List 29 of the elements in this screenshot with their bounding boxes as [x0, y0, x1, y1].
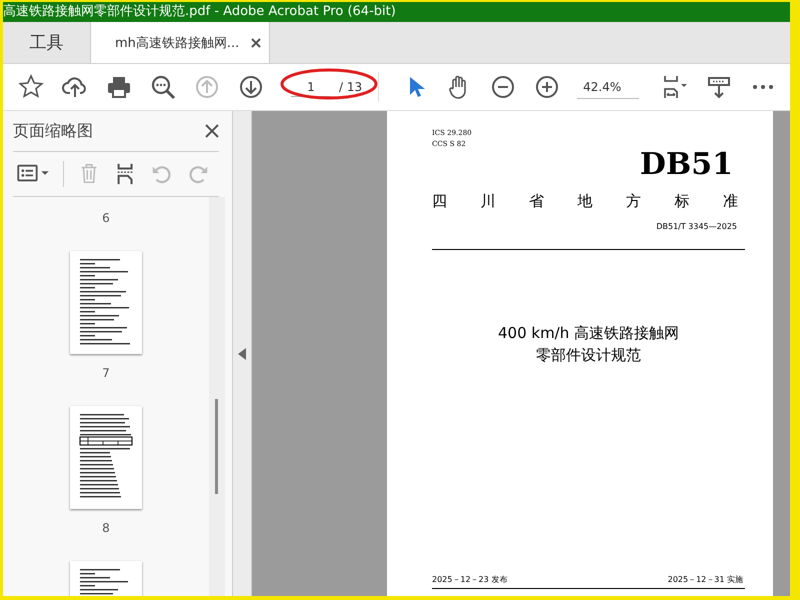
- star-icon[interactable]: [18, 74, 44, 100]
- page-number: 6: [102, 210, 110, 227]
- close-button[interactable]: [205, 124, 219, 138]
- effective-date: 2025－12－31 实施: [668, 574, 743, 585]
- scroll-down-icon[interactable]: [706, 74, 732, 100]
- page-number-field[interactable]: 1: [291, 78, 331, 96]
- tab[interactable]: 工具: [3, 22, 90, 63]
- document-title: 零部件设计规范: [535, 345, 642, 366]
- scrollbar[interactable]: [209, 197, 225, 596]
- print-icon[interactable]: [106, 74, 132, 100]
- scrollbar-thumb[interactable]: [215, 399, 218, 494]
- document-title: 400 km/h 高速铁路接触网: [496, 323, 680, 344]
- search-icon[interactable]: [150, 74, 176, 100]
- standard-number: DB51/T 3345—2025: [655, 222, 737, 231]
- close-icon[interactable]: [251, 38, 262, 48]
- zoom-out-icon[interactable]: [490, 74, 516, 100]
- page-number: 7: [102, 365, 110, 382]
- tab[interactable]: mh高速铁路接触网...: [90, 22, 270, 63]
- zoom-dropdown[interactable]: 42.4%: [577, 76, 640, 98]
- page-count: / 13: [339, 80, 362, 94]
- window-title: 高速铁路接触网零部件设计规范.pdf - Adobe Acrobat Pro (64-bit): [3, 2, 790, 22]
- standard-category: 四川省地方标准: [432, 192, 745, 211]
- panel-title: 页面缩略图: [13, 120, 93, 142]
- standard-code: DB51: [638, 150, 733, 180]
- zoom-in-icon[interactable]: [534, 74, 560, 100]
- collapse-arrow-icon[interactable]: [238, 348, 246, 360]
- issue-date: 2025－12－23 发布: [432, 574, 508, 585]
- page-number: 8: [102, 520, 110, 537]
- fit-page-icon[interactable]: [662, 74, 688, 100]
